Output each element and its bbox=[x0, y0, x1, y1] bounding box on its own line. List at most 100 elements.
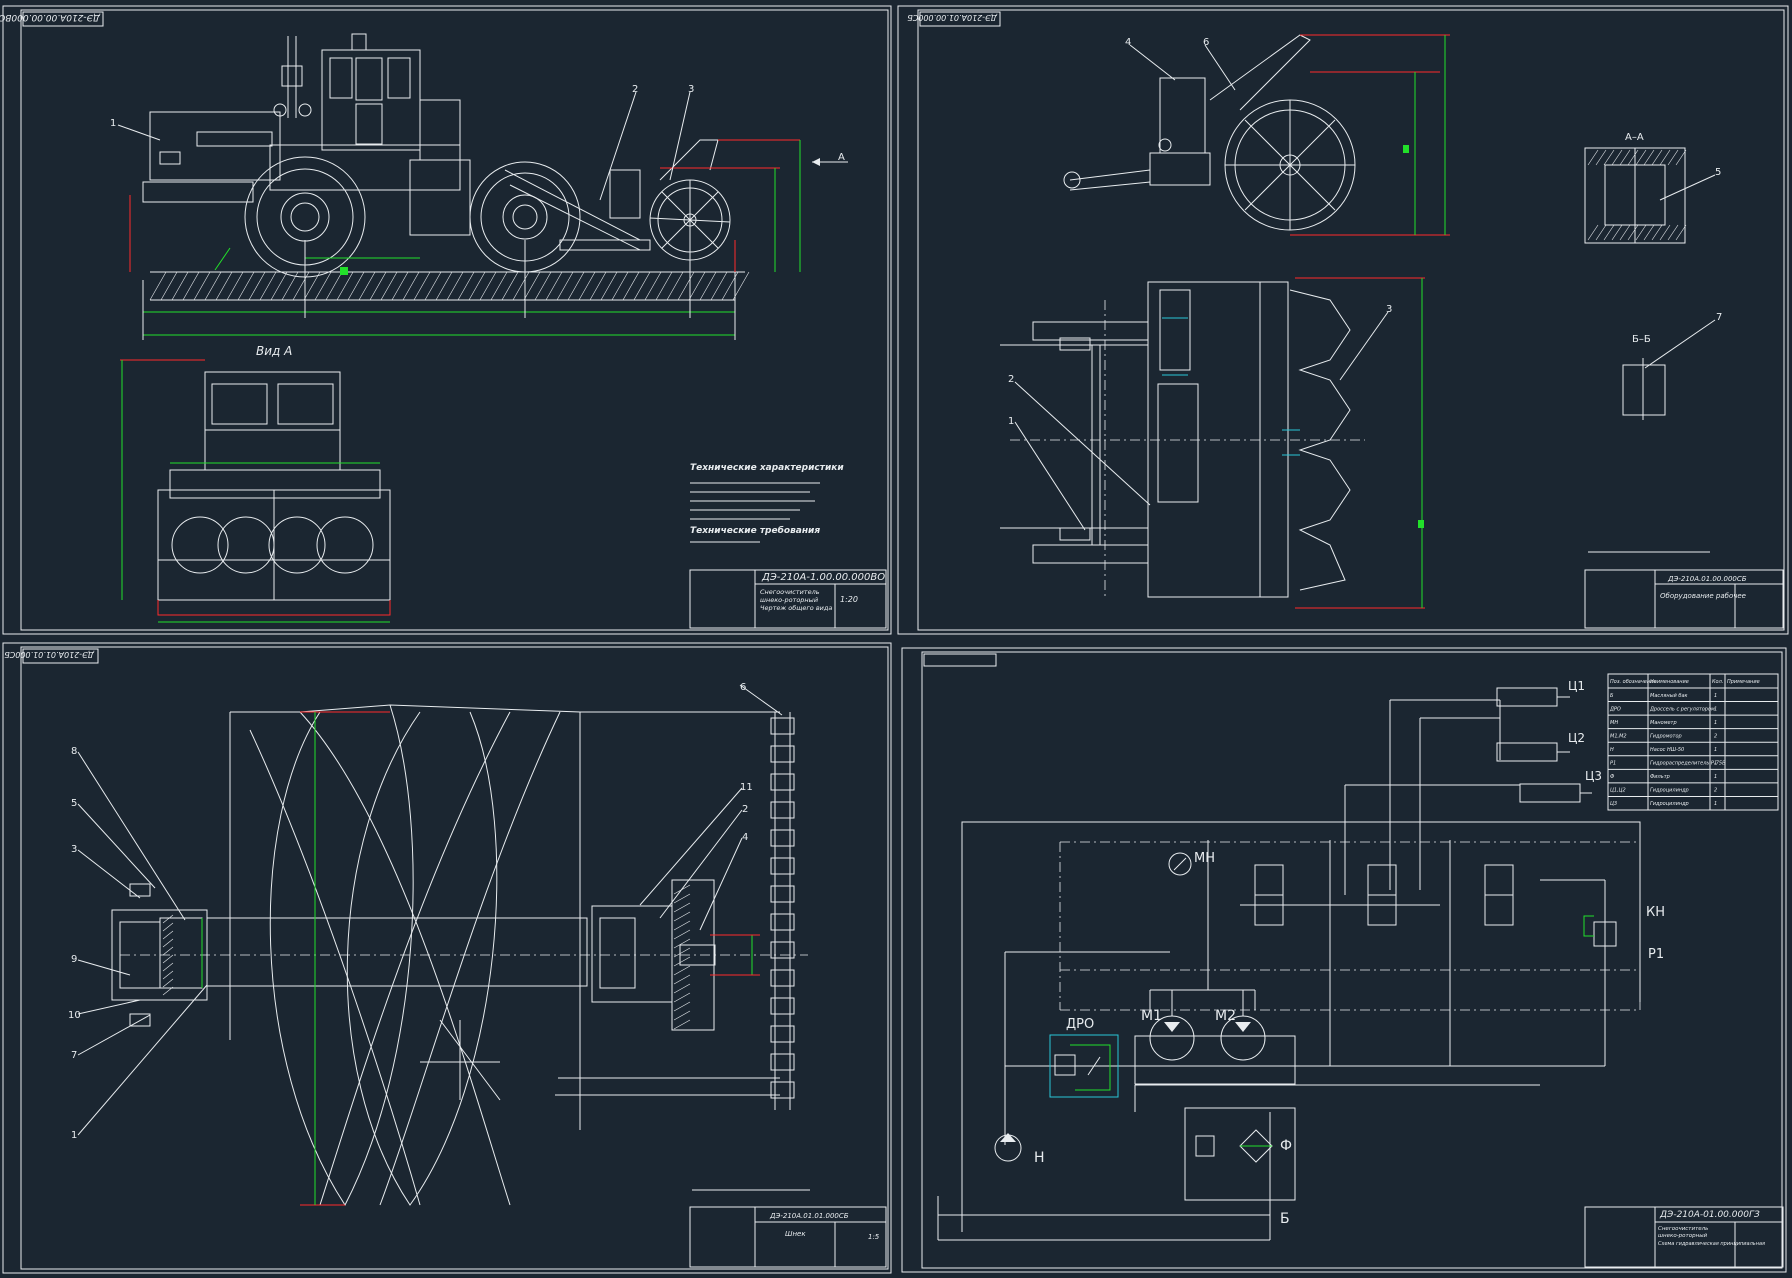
tech-requirements-title: Технические требования bbox=[690, 525, 820, 536]
sheet1-stamp-scale: 1:20 bbox=[840, 595, 858, 604]
callout-7c: 7 bbox=[71, 1050, 77, 1061]
sheet-general-view: ДЭ-210А.00.00.000ВО А 1 2 3 Вид А Технич… bbox=[0, 5, 892, 635]
pump-h: Н bbox=[994, 1133, 1045, 1166]
view-a-label: Вид А bbox=[256, 344, 292, 358]
table-cell: Б bbox=[1610, 693, 1614, 699]
table-cell: Гидроцилиндр bbox=[1650, 788, 1689, 794]
table-cell: 1 bbox=[1714, 706, 1717, 712]
motors: М1 М2 bbox=[1134, 990, 1296, 1085]
label-c2: Ц2 bbox=[1568, 731, 1585, 745]
callout-1: 1 bbox=[110, 118, 116, 129]
table-cell: Р1 bbox=[1610, 761, 1616, 767]
label-f: Ф bbox=[1280, 1138, 1292, 1154]
callout-4: 4 bbox=[1125, 37, 1131, 48]
throttle-dro: ДРО bbox=[1049, 1017, 1119, 1098]
sheet2-stamp-code: ДЭ-210А.01.00.000СБ bbox=[1667, 575, 1747, 583]
sheet2-corner-code: ДЭ-210А.01.00.000СБ bbox=[907, 13, 998, 22]
label-m2: М2 bbox=[1215, 1008, 1236, 1024]
tech-characteristics: Технические характеристики Технические т… bbox=[690, 463, 844, 543]
sheet4-stamp-code: ДЭ-210А-01.00.000ГЗ bbox=[1659, 1210, 1760, 1220]
sheet4-stamp-name-2: шнеко-роторный bbox=[1658, 1233, 1708, 1239]
sheet1-stamp-name-1: Снегоочиститель bbox=[760, 588, 820, 596]
callout-4c: 4 bbox=[742, 832, 748, 843]
callout-3c: 3 bbox=[71, 844, 77, 855]
view-arrow-label: А bbox=[838, 152, 845, 163]
callout-11: 11 bbox=[740, 782, 753, 793]
table-header-name: Наименование bbox=[1650, 679, 1689, 685]
sheet1-callouts: 1 2 3 bbox=[110, 84, 694, 201]
callout-5b: 5 bbox=[1715, 167, 1721, 178]
table-cell: 2 bbox=[1714, 733, 1717, 739]
table-cell: 2 bbox=[1714, 788, 1717, 794]
table-cell: М1,М2 bbox=[1610, 733, 1627, 739]
sheet2-title-block: ДЭ-210А.01.00.000СБ Оборудование рабочее bbox=[1584, 551, 1784, 629]
table-cell: Гидроцилиндр bbox=[1650, 801, 1689, 807]
table-cell: Ц1,Ц2 bbox=[1610, 788, 1626, 794]
table-cell: 1 bbox=[1714, 693, 1717, 699]
callout-2c: 2 bbox=[742, 804, 748, 815]
working-equipment-side bbox=[1063, 34, 1450, 236]
table-cell: Н bbox=[1610, 747, 1614, 753]
label-mn: МН bbox=[1194, 851, 1215, 866]
working-equipment-plan bbox=[1000, 277, 1425, 609]
table-cell: Ц3 bbox=[1610, 801, 1617, 807]
table-cell: Фильтр bbox=[1650, 774, 1670, 780]
callout-8: 8 bbox=[71, 746, 77, 757]
section-aa-label: А–А bbox=[1625, 132, 1644, 143]
callout-5c: 5 bbox=[71, 798, 77, 809]
sheet1-title-block: ДЭ-210А-1.00.00.000ВО Снегоочиститель шн… bbox=[689, 569, 887, 629]
table-cell: 1 bbox=[1714, 801, 1717, 807]
distributor-valves bbox=[1254, 864, 1514, 926]
label-kn: КН bbox=[1646, 905, 1665, 920]
callout-7b: 7 bbox=[1716, 312, 1722, 323]
label-m1: М1 bbox=[1141, 1008, 1162, 1024]
callout-1c: 1 bbox=[71, 1130, 77, 1141]
view-a-arrow: А bbox=[812, 152, 848, 166]
sheet3-corner-code: ДЭ-210А.01.01.000СБ bbox=[4, 650, 95, 659]
table-cell: ДРО bbox=[1609, 706, 1621, 712]
callout-3b: 3 bbox=[1386, 304, 1392, 315]
section-bb: Б–Б bbox=[1622, 334, 1666, 420]
table-cell: Масляный бак bbox=[1650, 693, 1688, 699]
sheet-auger: ДЭ-210А.01.01.000СБ 8 5 3 9 10 7 1 11 2 … bbox=[2, 642, 892, 1274]
auger-body bbox=[120, 704, 808, 1206]
cad-drawing: ДЭ-210А.00.00.000ВО А 1 2 3 Вид А Технич… bbox=[0, 5, 1789, 1274]
sheet1-dimensions bbox=[142, 140, 801, 340]
callout-6c: 6 bbox=[740, 682, 746, 693]
tank-b: Б bbox=[937, 1196, 1290, 1227]
filter-f: Ф bbox=[1184, 1107, 1296, 1201]
callout-1b: 1 bbox=[1008, 416, 1014, 427]
sheet1-corner-code: ДЭ-210А.00.00.000ВО bbox=[0, 12, 101, 22]
callout-6: 6 bbox=[1203, 37, 1209, 48]
ground-hatch bbox=[149, 271, 750, 301]
table-cell: 1 bbox=[1714, 747, 1717, 753]
drawing-canvas: ДЭ-210А.00.00.000ВО А 1 2 3 Вид А Технич… bbox=[0, 0, 1792, 1278]
label-c1: Ц1 bbox=[1568, 679, 1585, 693]
cylinder-c3: Ц3 bbox=[1519, 769, 1602, 803]
sheet3-stamp-name: Шнек bbox=[785, 1230, 806, 1238]
sheet2-stamp-name: Оборудование рабочее bbox=[1660, 592, 1746, 600]
sheet1-stamp-name-2: шнеко-роторный bbox=[760, 596, 818, 604]
front-view-a: Вид А bbox=[120, 344, 391, 623]
table-cell: МН bbox=[1610, 720, 1618, 726]
label-b: Б bbox=[1280, 1211, 1290, 1227]
table-cell: Гидромотор bbox=[1650, 733, 1682, 739]
table-cell: Ф bbox=[1610, 774, 1615, 780]
sheet-working-equipment: ДЭ-210А.01.00.000СБ А–А Б–Б 4 6 2 1 3 5 … bbox=[897, 5, 1789, 635]
sheet1-stamp-code: ДЭ-210А-1.00.00.000ВО bbox=[761, 572, 885, 583]
sheet4-stamp-name-3: Схема гидравлическая принципиальная bbox=[1658, 1241, 1765, 1247]
sheet3-stamp-code: ДЭ-210А.01.01.000СБ bbox=[769, 1212, 849, 1220]
table-cell: Насос НШ-50 bbox=[1650, 747, 1684, 753]
label-h: Н bbox=[1034, 1150, 1045, 1166]
callout-9: 9 bbox=[71, 954, 77, 965]
relief-valve-kn: КН Р1 bbox=[1583, 905, 1665, 962]
cylinder-c2: Ц2 bbox=[1496, 731, 1585, 762]
tech-title: Технические характеристики bbox=[690, 463, 844, 473]
sheet2-callouts: 4 6 2 1 3 5 7 bbox=[1008, 37, 1722, 531]
snowblower-side-view bbox=[129, 33, 800, 278]
table-header-note: Примечание bbox=[1727, 679, 1760, 685]
callout-2: 2 bbox=[632, 84, 638, 95]
label-r1: Р1 bbox=[1648, 947, 1664, 962]
sheet1-stamp-name-3: Чертеж общего вида bbox=[760, 604, 832, 612]
table-header-qty: Кол. bbox=[1712, 679, 1723, 685]
